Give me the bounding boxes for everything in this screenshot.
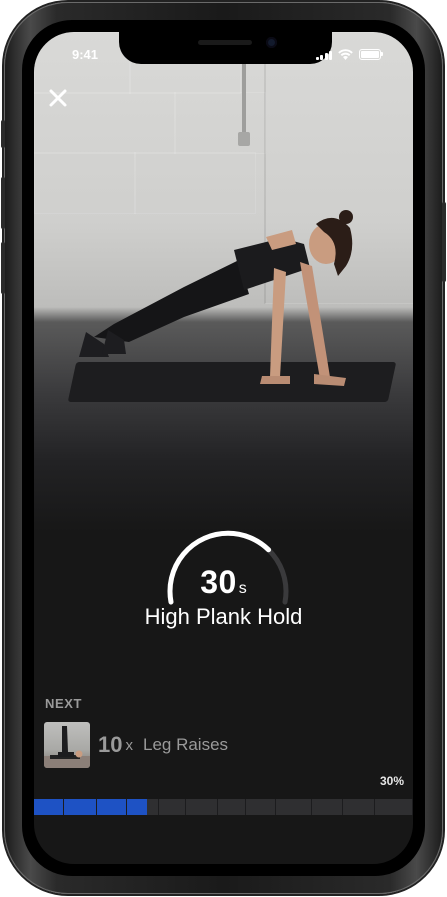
timer-unit: s: [238, 580, 247, 597]
progress-segment: [159, 799, 186, 815]
progress-segment: [126, 799, 160, 815]
power-button: [442, 202, 446, 282]
signal-icon: [315, 51, 332, 60]
close-icon: [49, 89, 67, 107]
volume-up-button: [1, 177, 5, 229]
next-exercise-thumbnail: [44, 722, 90, 768]
next-exercise-name: Leg Raises: [142, 735, 229, 754]
next-exercise-row[interactable]: 10 x Leg Raises: [44, 722, 228, 768]
status-time: 9:41: [72, 47, 99, 62]
next-exercise-count: 10: [98, 732, 123, 757]
timer-display: 30 s: [34, 564, 413, 601]
silent-switch: [1, 120, 5, 148]
phone-bezel: 9:41 30 s High Plank Hold NEXT 10 x Leg …: [22, 20, 425, 876]
wifi-icon: [338, 49, 353, 60]
progress-segment: [276, 799, 313, 815]
workout-progress-percent: 30%: [379, 774, 404, 788]
volume-down-button: [1, 242, 5, 294]
current-exercise-name: High Plank Hold: [144, 604, 303, 629]
phone-frame: 9:41 30 s High Plank Hold NEXT 10 x Leg …: [1, 2, 446, 894]
progress-segment: [246, 799, 277, 815]
device-notch: [119, 32, 332, 64]
progress-segment: [185, 799, 218, 815]
status-icons: [315, 49, 383, 60]
app-screen: 9:41 30 s High Plank Hold NEXT 10 x Leg …: [34, 32, 413, 864]
front-camera: [266, 37, 277, 48]
workout-progress-bar: [34, 799, 413, 815]
progress-segment: [342, 799, 375, 815]
timer-value: 30: [200, 564, 237, 600]
progress-segment: [312, 799, 343, 815]
progress-segment: [217, 799, 247, 815]
progress-segment: [96, 799, 127, 815]
close-button[interactable]: [46, 86, 70, 110]
next-exercise-multiplier: x: [125, 736, 133, 754]
battery-icon: [359, 49, 383, 60]
progress-segment: [375, 799, 413, 815]
next-label: NEXT: [45, 696, 83, 711]
progress-segment: [64, 799, 97, 815]
earpiece-speaker: [198, 40, 252, 45]
progress-segment: [34, 799, 65, 815]
exercise-photo: [34, 32, 413, 532]
athlete-figure: [79, 210, 353, 386]
